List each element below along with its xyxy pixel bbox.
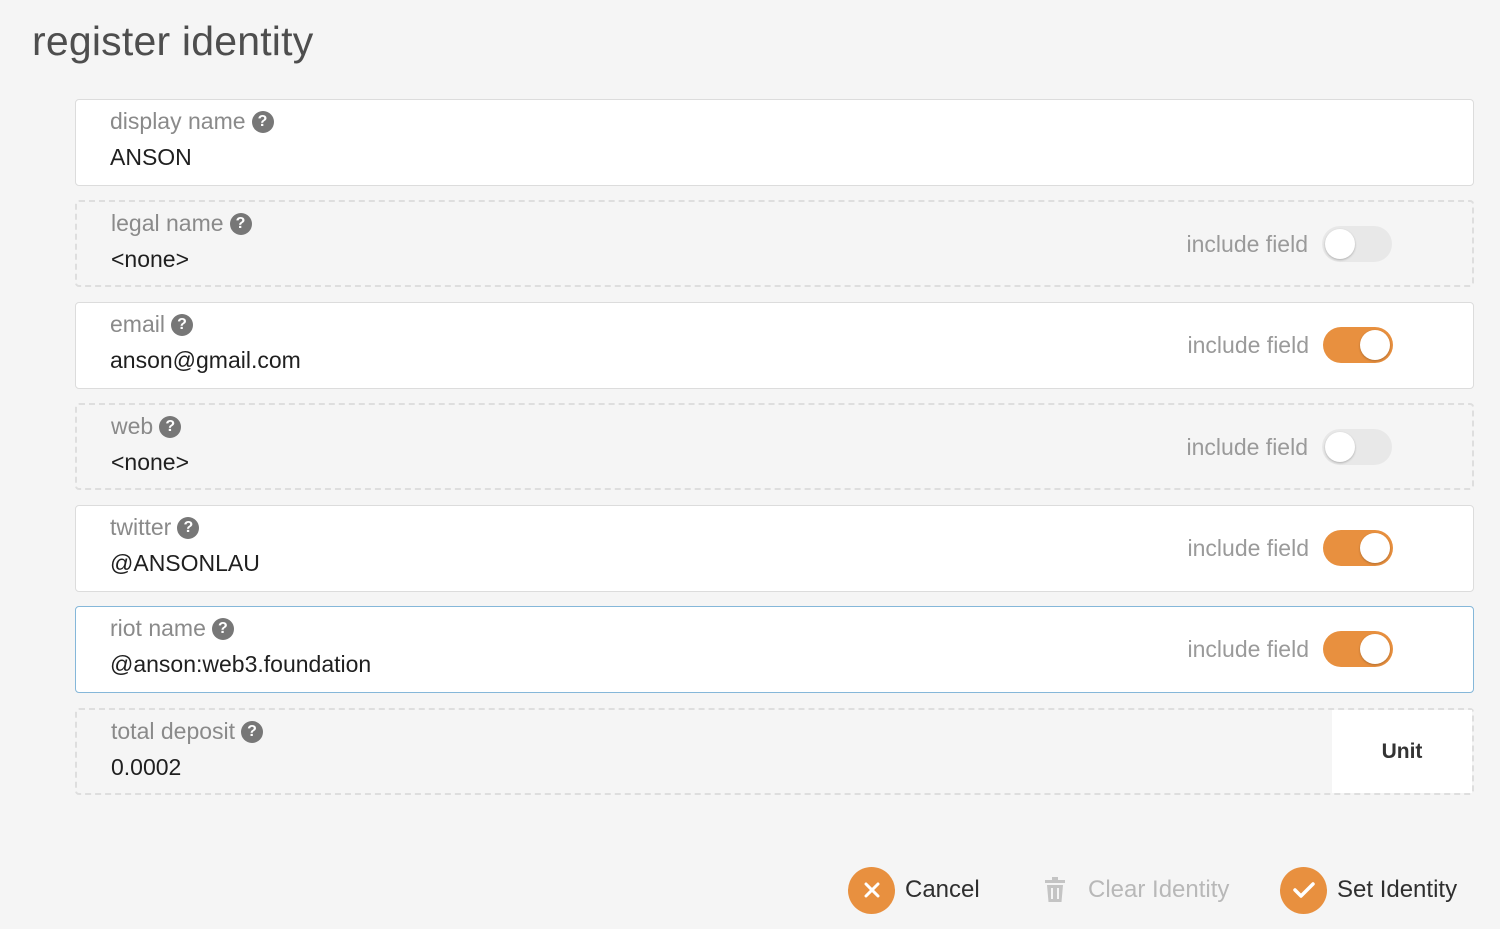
web-include-toggle[interactable] (1322, 429, 1392, 465)
include-field-label: include field (1186, 230, 1308, 257)
help-icon[interactable]: ? (241, 720, 264, 743)
help-icon[interactable]: ? (251, 110, 274, 133)
toggle-knob (1360, 634, 1390, 664)
help-icon[interactable]: ? (159, 415, 182, 438)
clear-identity-button[interactable]: Clear Identity (1042, 866, 1229, 914)
trash-icon (1042, 875, 1068, 905)
clear-identity-label: Clear Identity (1088, 876, 1230, 903)
set-identity-button[interactable]: Set Identity (1280, 866, 1457, 914)
include-field-label: include field (1187, 635, 1309, 662)
email-value[interactable]: anson@gmail.com (110, 347, 301, 374)
toggle-knob (1360, 533, 1390, 563)
email-field[interactable]: email ? anson@gmail.com include field (75, 302, 1474, 389)
include-field-label: include field (1187, 331, 1309, 358)
riot-name-label: riot name (110, 615, 206, 641)
include-field-label: include field (1187, 534, 1309, 561)
cancel-button-label: Cancel (905, 876, 980, 903)
total-deposit-label: total deposit (111, 718, 236, 744)
display-name-value[interactable]: ANSON (110, 144, 192, 171)
total-deposit-value: 0.0002 (111, 754, 182, 780)
display-name-label: display name (110, 108, 246, 134)
legal-name-label: legal name (111, 210, 224, 236)
toggle-knob (1325, 229, 1355, 259)
help-icon[interactable]: ? (177, 516, 200, 539)
include-field-label: include field (1186, 433, 1308, 460)
twitter-value[interactable]: @ANSONLAU (110, 550, 260, 577)
total-deposit-field: total deposit ? 0.0002 Unit (75, 708, 1474, 795)
riot-name-include-toggle[interactable] (1323, 631, 1393, 667)
unit-label: Unit (1332, 710, 1472, 793)
email-label: email (110, 311, 165, 337)
toggle-knob (1325, 432, 1355, 462)
legal-name-include-toggle[interactable] (1322, 226, 1392, 262)
web-field[interactable]: web ? <none> include field (75, 403, 1474, 490)
email-include-toggle[interactable] (1323, 327, 1393, 363)
twitter-include-toggle[interactable] (1323, 530, 1393, 566)
web-label: web (111, 413, 154, 439)
set-identity-label: Set Identity (1337, 876, 1458, 903)
check-circle-icon (1280, 866, 1327, 914)
riot-name-field[interactable]: riot name ? @anson:web3.foundation inclu… (75, 606, 1474, 693)
page-title: register identity (32, 18, 314, 64)
web-value[interactable]: <none> (111, 449, 189, 476)
cancel-button[interactable]: Cancel (848, 866, 980, 914)
riot-name-value[interactable]: @anson:web3.foundation (110, 651, 371, 678)
twitter-label: twitter (110, 514, 172, 540)
help-icon[interactable]: ? (211, 617, 234, 640)
legal-name-value[interactable]: <none> (111, 246, 189, 273)
toggle-knob (1360, 330, 1390, 360)
x-circle-icon (848, 866, 895, 914)
twitter-field[interactable]: twitter ? @ANSONLAU include field (75, 505, 1474, 592)
display-name-field[interactable]: display name ? ANSON (75, 99, 1474, 186)
help-icon[interactable]: ? (229, 212, 252, 235)
help-icon[interactable]: ? (170, 313, 193, 336)
legal-name-field[interactable]: legal name ? <none> include field (75, 200, 1474, 287)
